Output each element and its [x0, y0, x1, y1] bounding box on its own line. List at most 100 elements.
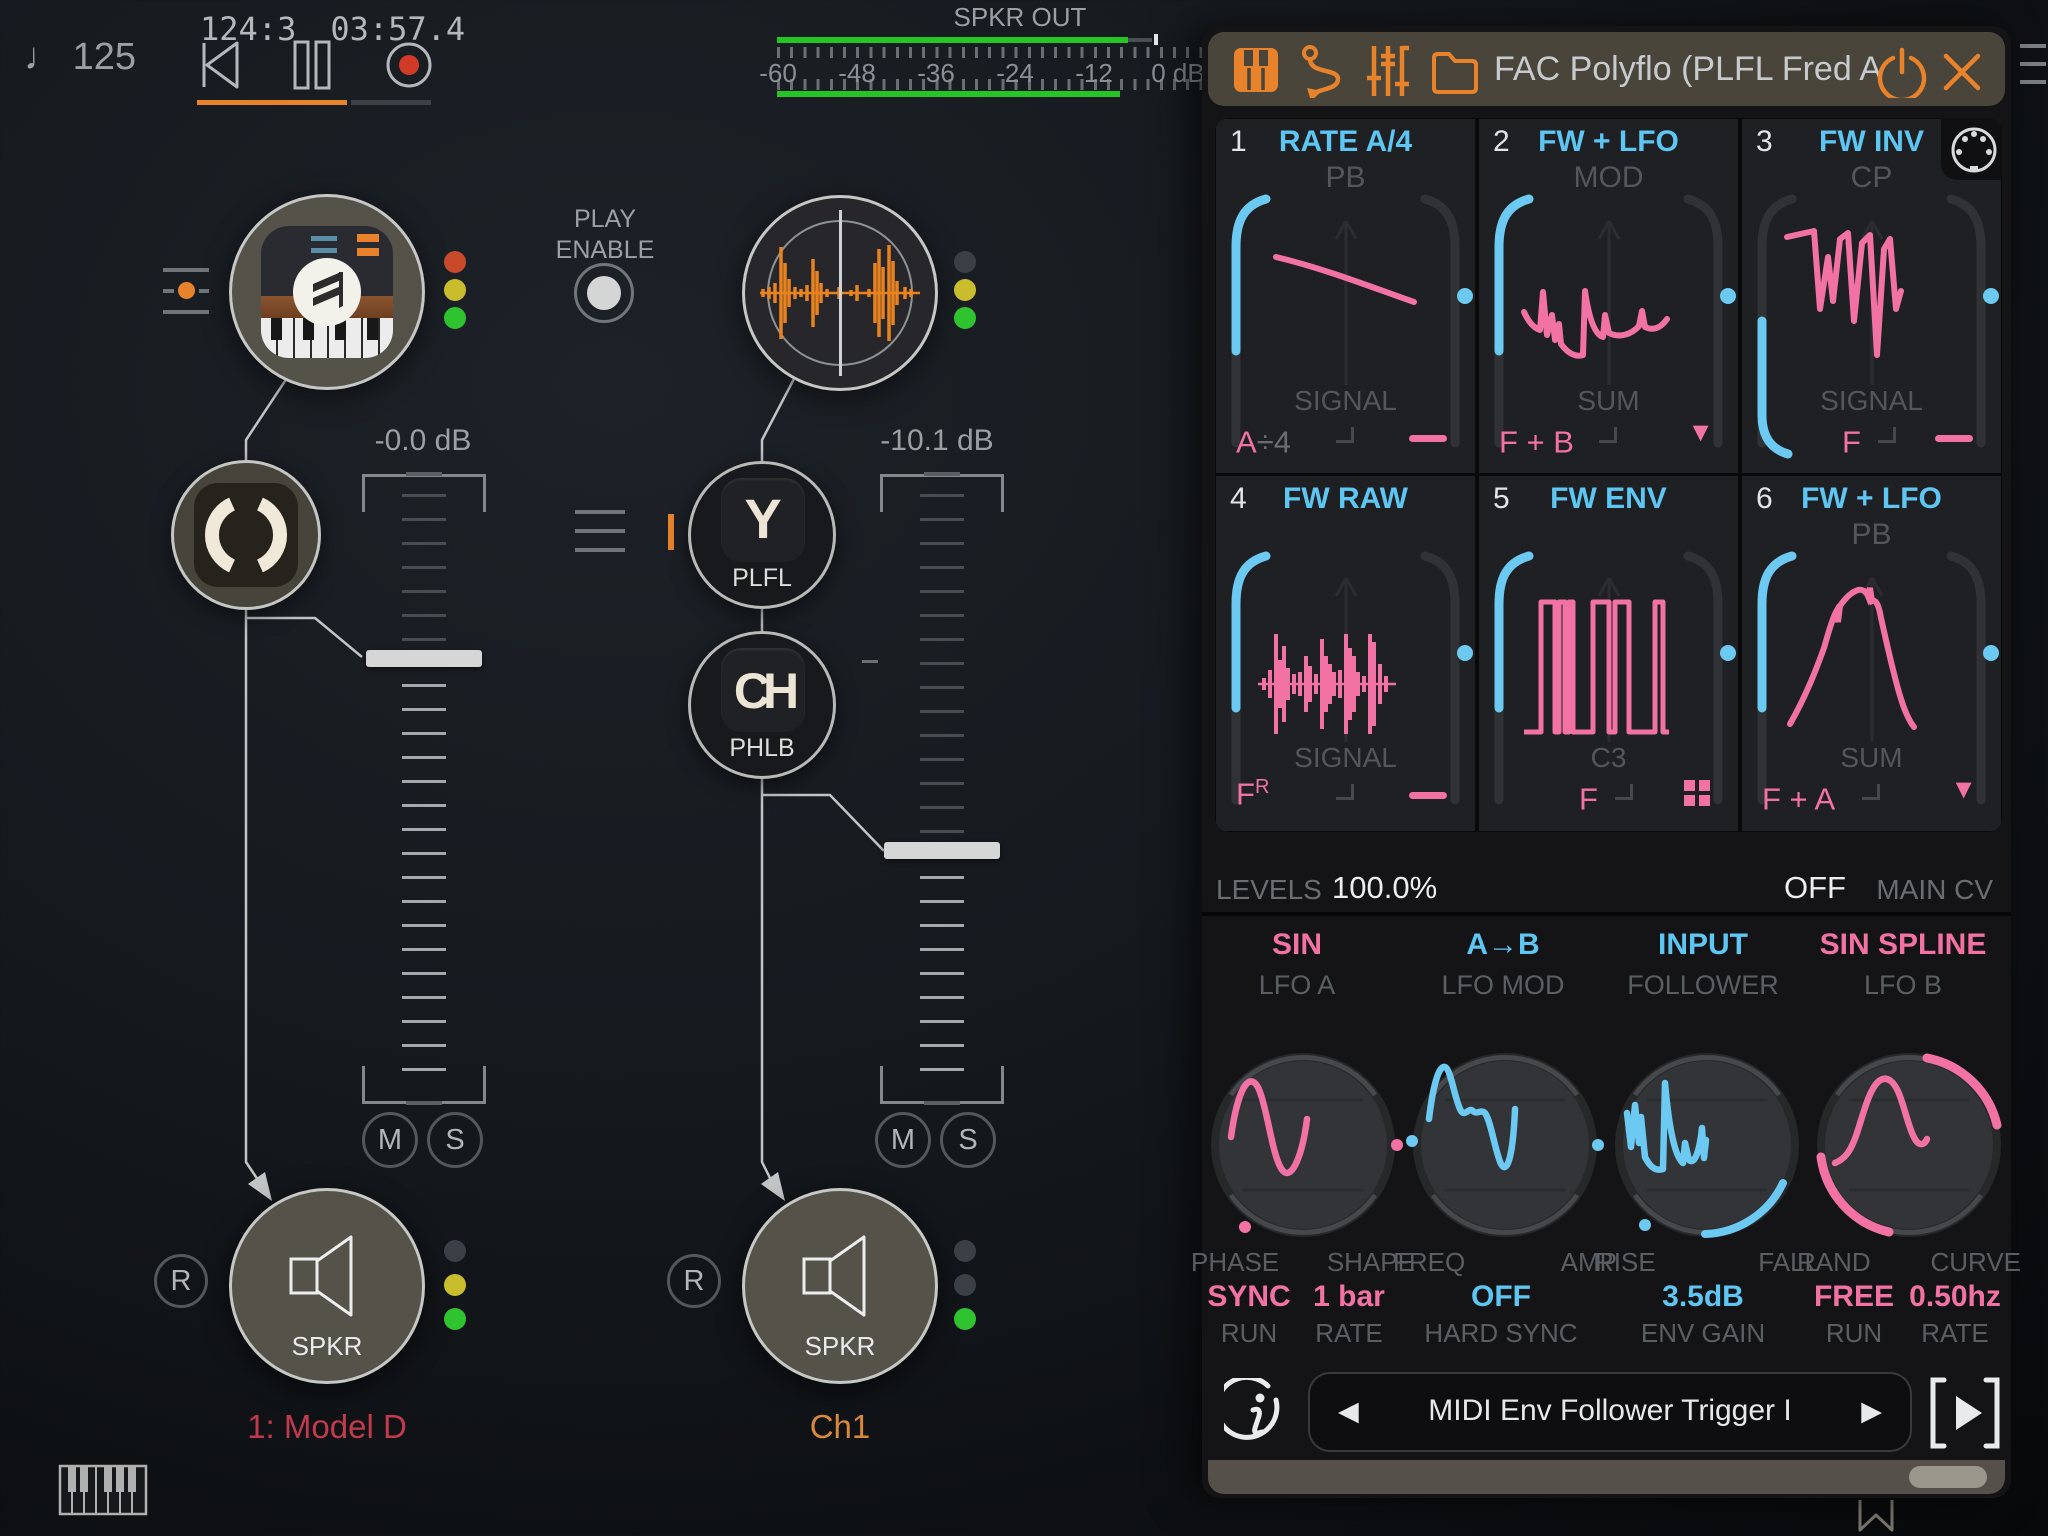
slot-5[interactable]: 5 FW ENV C3 F	[1479, 476, 1738, 831]
solo-label: S	[445, 1124, 464, 1157]
record-button[interactable]	[384, 40, 434, 90]
record-arm-ch2[interactable]: R	[667, 1254, 721, 1308]
squares-icon[interactable]	[1684, 780, 1710, 806]
preset-selector[interactable]: ◀ MIDI Env Follower Trigger I ▶	[1308, 1372, 1912, 1452]
knob-lfo-a[interactable]	[1203, 1045, 1403, 1245]
preset-prev-button[interactable]: ◀	[1338, 1396, 1359, 1427]
slot-dest-label: PB	[1216, 161, 1475, 195]
channel-settings-icon[interactable]	[163, 268, 209, 316]
panel-scrollbar-handle[interactable]	[1909, 1466, 1987, 1488]
slot-output-dot	[1457, 645, 1473, 661]
preset-play-button[interactable]	[1928, 1374, 2002, 1452]
plugin-node-ch1[interactable]	[171, 460, 321, 610]
solo-button-ch1[interactable]: S	[427, 1112, 483, 1168]
dash-icon[interactable]	[1935, 435, 1973, 442]
slot-source-value[interactable]: F + B	[1499, 419, 1574, 460]
knob-follower[interactable]	[1607, 1045, 1807, 1245]
slot-dest-label: PB	[1742, 518, 2001, 552]
slot-source-value[interactable]: A÷4	[1236, 419, 1291, 460]
mixer-sliders-icon[interactable]	[1366, 44, 1410, 98]
speaker-label: SPKR	[232, 1331, 422, 1362]
record-arm-ch1[interactable]: R	[154, 1254, 208, 1308]
tempo-display[interactable]: ♩ 125	[24, 36, 136, 79]
speaker-node-ch2[interactable]: SPKR	[742, 1188, 938, 1384]
channel-name-ch2[interactable]: Ch1	[780, 1408, 900, 1446]
slot-2[interactable]: 2 FW + LFO MOD SUM F + B ▼	[1479, 119, 1738, 473]
preset-next-button[interactable]: ▶	[1861, 1396, 1882, 1427]
slot-source-value[interactable]: FR	[1236, 776, 1269, 812]
close-icon[interactable]	[1942, 52, 1982, 92]
corner-glyph	[1599, 427, 1617, 443]
routing-icon[interactable]	[1300, 44, 1346, 98]
tab-follower-label: FOLLOWER	[1603, 970, 1803, 1001]
audio-input-node-ch1[interactable]	[742, 195, 938, 391]
slot-title: FW + LFO	[1479, 125, 1738, 159]
led-yellow	[954, 279, 976, 301]
chain-menu-icon[interactable]	[575, 510, 625, 552]
plfl-glyph: Y	[721, 486, 805, 551]
plugin-node-phlb[interactable]: CH PHLB	[688, 631, 836, 779]
dash-icon[interactable]	[1409, 792, 1447, 799]
panel-scrollbar-track[interactable]	[1208, 1460, 2005, 1494]
mute-button-ch2[interactable]: M	[875, 1112, 931, 1168]
tab-lfo-mod-label: LFO MOD	[1403, 970, 1603, 1001]
tab-lfo-b-value[interactable]: SIN SPLINE	[1803, 928, 2003, 962]
keyboard-toggle-icon[interactable]	[58, 1464, 148, 1516]
folder-icon[interactable]	[1430, 48, 1480, 94]
param-hard-sync-value[interactable]: OFF	[1406, 1280, 1596, 1314]
mute-label: M	[378, 1124, 402, 1157]
slot-1[interactable]: 1 RATE A/4 PB SIGNAL A÷4	[1216, 119, 1475, 473]
play-enable-button[interactable]	[574, 263, 634, 323]
plugin-header: FAC Polyflo (PLFL Fred Ant…	[1208, 32, 2005, 106]
phlb-icon: CH	[721, 648, 805, 732]
param-rate-b-value[interactable]: 0.50hz	[1860, 1280, 2048, 1314]
slot-waveform	[1246, 207, 1446, 392]
rewind-button[interactable]	[198, 40, 242, 90]
slot-title: RATE A/4	[1216, 125, 1475, 159]
led-off	[954, 1274, 976, 1296]
mute-button-ch1[interactable]: M	[362, 1112, 418, 1168]
transport-progress-orange	[197, 100, 347, 105]
corner-glyph	[1615, 784, 1633, 800]
meter-tick-label: -12	[1054, 58, 1134, 89]
speaker-icon	[800, 1229, 882, 1321]
slot-input-label: SUM	[1742, 742, 2001, 774]
tab-lfo-mod-value[interactable]: A→B	[1403, 928, 1603, 962]
speaker-node-ch1[interactable]: SPKR	[229, 1188, 425, 1384]
meter-title: SPKR OUT	[940, 2, 1100, 33]
piano-icon[interactable]	[1232, 46, 1280, 94]
tab-lfo-a-value[interactable]: SIN	[1197, 928, 1397, 962]
led-yellow	[444, 279, 466, 301]
tab-follower-value[interactable]: INPUT	[1603, 928, 1803, 962]
channel-name-ch1[interactable]: 1: Model D	[187, 1408, 467, 1446]
slot-source-value[interactable]: F + A	[1762, 776, 1835, 817]
info-icon[interactable]	[1224, 1378, 1292, 1446]
main-cv-value[interactable]: OFF	[1780, 870, 1850, 906]
plugin-node-plfl[interactable]: Y PLFL	[688, 461, 836, 609]
volume-fader-ch1[interactable]	[366, 650, 482, 667]
instrument-node-model-d[interactable]	[229, 194, 425, 390]
knob-lfo-mod[interactable]	[1405, 1045, 1605, 1245]
triangle-icon[interactable]: ▼	[1950, 774, 1977, 805]
slot-source-value[interactable]: F	[1842, 419, 1861, 460]
main-menu-icon[interactable]	[2020, 44, 2046, 84]
slot-4[interactable]: 4 FW RAW SIGNAL FR	[1216, 476, 1475, 831]
bookmark-icon[interactable]	[1856, 1498, 1896, 1534]
slot-source-value[interactable]: F	[1579, 776, 1598, 817]
led-red	[444, 251, 466, 273]
transport-progress-rest	[351, 100, 431, 105]
meter-tick-label: -60	[738, 58, 818, 89]
slot-6[interactable]: 6 FW + LFO PB SUM F + A ▼	[1742, 476, 2001, 831]
dash-icon[interactable]	[1409, 435, 1447, 442]
slot-input-label: SUM	[1479, 385, 1738, 417]
solo-button-ch2[interactable]: S	[940, 1112, 996, 1168]
slot-dest-label: MOD	[1479, 161, 1738, 195]
levels-value[interactable]: 100.0%	[1332, 870, 1437, 906]
midi-din-icon[interactable]	[1948, 124, 2000, 176]
volume-fader-ch2[interactable]	[884, 842, 1000, 859]
knob-lfo-b[interactable]	[1809, 1045, 2009, 1245]
power-button[interactable]	[1876, 46, 1928, 98]
phlb-label: PHLB	[691, 734, 833, 763]
pause-button[interactable]	[293, 40, 333, 90]
triangle-icon[interactable]: ▼	[1687, 417, 1714, 448]
